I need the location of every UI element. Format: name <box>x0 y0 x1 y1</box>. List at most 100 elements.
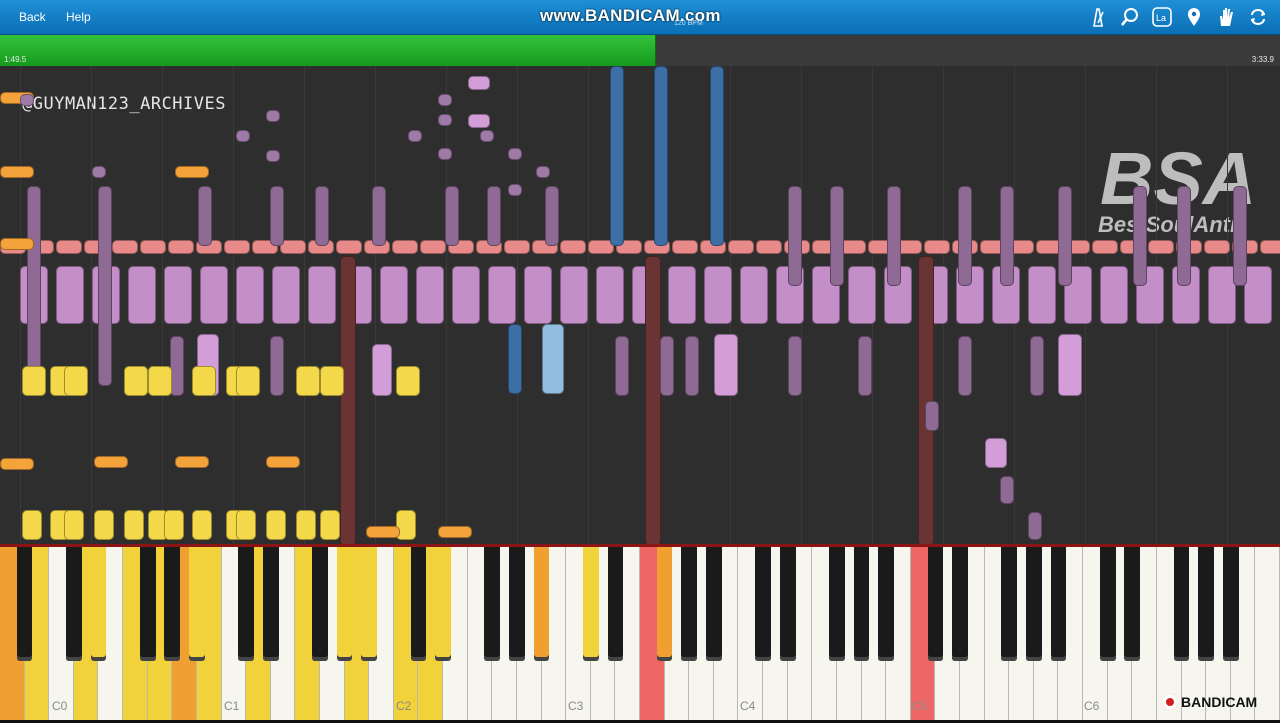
black-key[interactable] <box>1173 547 1190 661</box>
black-key[interactable] <box>262 547 279 661</box>
falling-note <box>140 240 166 254</box>
black-key[interactable] <box>1001 547 1018 661</box>
falling-note <box>280 240 306 254</box>
black-key[interactable] <box>410 547 427 661</box>
falling-note <box>654 66 668 246</box>
black-key[interactable] <box>164 547 181 661</box>
black-key[interactable] <box>189 547 205 661</box>
falling-note <box>27 186 41 386</box>
black-key[interactable] <box>607 547 624 661</box>
falling-note <box>168 240 194 254</box>
black-key[interactable] <box>582 547 599 661</box>
black-key[interactable] <box>681 547 698 661</box>
bpm-readout: 120 BPM <box>674 20 703 27</box>
falling-note <box>192 510 212 540</box>
metronome-icon[interactable] <box>1087 6 1109 28</box>
falling-note <box>660 336 674 396</box>
falling-note <box>1058 186 1072 286</box>
falling-note <box>128 266 156 324</box>
black-key[interactable] <box>16 547 33 661</box>
help-button[interactable]: Help <box>57 7 100 27</box>
channel-handle-text: @GUYMAN123_ARCHIVES <box>22 94 226 114</box>
progress-fill <box>0 35 657 66</box>
black-key[interactable] <box>829 547 845 661</box>
falling-note <box>112 240 138 254</box>
grid-line <box>517 66 518 544</box>
black-key[interactable] <box>336 547 353 661</box>
black-key[interactable] <box>705 547 722 661</box>
octave-label: C6 <box>1084 699 1100 713</box>
falling-note <box>64 510 84 540</box>
black-key[interactable] <box>139 547 156 661</box>
black-key[interactable] <box>656 547 673 661</box>
falling-note <box>1028 512 1042 540</box>
falling-note <box>788 186 802 286</box>
falling-note <box>0 166 34 178</box>
falling-note <box>1000 476 1014 504</box>
black-key[interactable] <box>1050 547 1067 661</box>
falling-note <box>0 458 34 470</box>
black-key[interactable] <box>1025 547 1042 661</box>
falling-note <box>236 510 256 540</box>
falling-note <box>266 510 286 540</box>
falling-note <box>236 130 250 142</box>
octave-label: C4 <box>740 699 756 713</box>
black-key[interactable] <box>853 547 870 661</box>
black-key[interactable] <box>1222 547 1239 661</box>
falling-note <box>380 266 408 324</box>
falling-note <box>272 266 300 324</box>
falling-note <box>1233 186 1247 286</box>
black-key[interactable] <box>484 547 501 661</box>
falling-note <box>296 510 316 540</box>
piano-keyboard[interactable]: C0 C1 C2 C3 C4 C5 C6 <box>0 544 1280 723</box>
black-key[interactable] <box>1124 547 1141 661</box>
falling-note <box>148 366 172 396</box>
note-roll: @GUYMAN123_ARCHIVES BSA BestSoulAnti <box>0 66 1280 544</box>
black-key[interactable] <box>90 547 107 661</box>
falling-note <box>164 510 184 540</box>
bandicam-brand: BANDICAM <box>1162 694 1257 710</box>
falling-note <box>480 130 494 142</box>
black-key[interactable] <box>779 547 796 661</box>
black-key[interactable] <box>927 547 944 661</box>
la-icon[interactable]: La <box>1151 6 1173 28</box>
falling-note <box>396 366 420 396</box>
falling-note <box>756 240 782 254</box>
falling-note <box>198 186 212 246</box>
total-time: 3:33.9 <box>1251 55 1274 64</box>
falling-note <box>1028 266 1056 324</box>
loop-icon[interactable] <box>1247 6 1269 28</box>
grid-line <box>446 66 447 544</box>
hand-icon[interactable] <box>1215 6 1237 28</box>
falling-note <box>1100 266 1128 324</box>
location-pin-icon[interactable] <box>1183 6 1205 28</box>
falling-note <box>192 366 216 396</box>
black-key[interactable] <box>1198 547 1215 661</box>
black-key[interactable] <box>755 547 771 661</box>
falling-note <box>985 438 1007 468</box>
zoom-icon[interactable] <box>1119 6 1141 28</box>
back-button[interactable]: Back <box>10 7 55 27</box>
falling-note <box>848 266 876 324</box>
white-key[interactable] <box>1255 547 1280 720</box>
black-key[interactable] <box>509 547 525 661</box>
falling-note <box>714 334 738 396</box>
black-key[interactable] <box>878 547 895 661</box>
black-key[interactable] <box>1099 547 1116 661</box>
black-key[interactable] <box>312 547 328 661</box>
falling-note <box>728 240 754 254</box>
playback-progress-bar[interactable]: 1:49.5 3:33.9 <box>0 35 1280 66</box>
black-key[interactable] <box>952 547 968 661</box>
black-key[interactable] <box>533 547 550 661</box>
falling-note <box>0 238 34 250</box>
falling-note <box>668 266 696 324</box>
black-key[interactable] <box>65 547 82 661</box>
falling-note <box>94 456 128 468</box>
black-key[interactable] <box>238 547 255 661</box>
black-key[interactable] <box>361 547 378 661</box>
falling-note <box>1260 240 1280 254</box>
falling-note <box>320 366 344 396</box>
falling-note <box>56 266 84 324</box>
black-key[interactable] <box>435 547 451 661</box>
falling-note <box>445 186 459 246</box>
